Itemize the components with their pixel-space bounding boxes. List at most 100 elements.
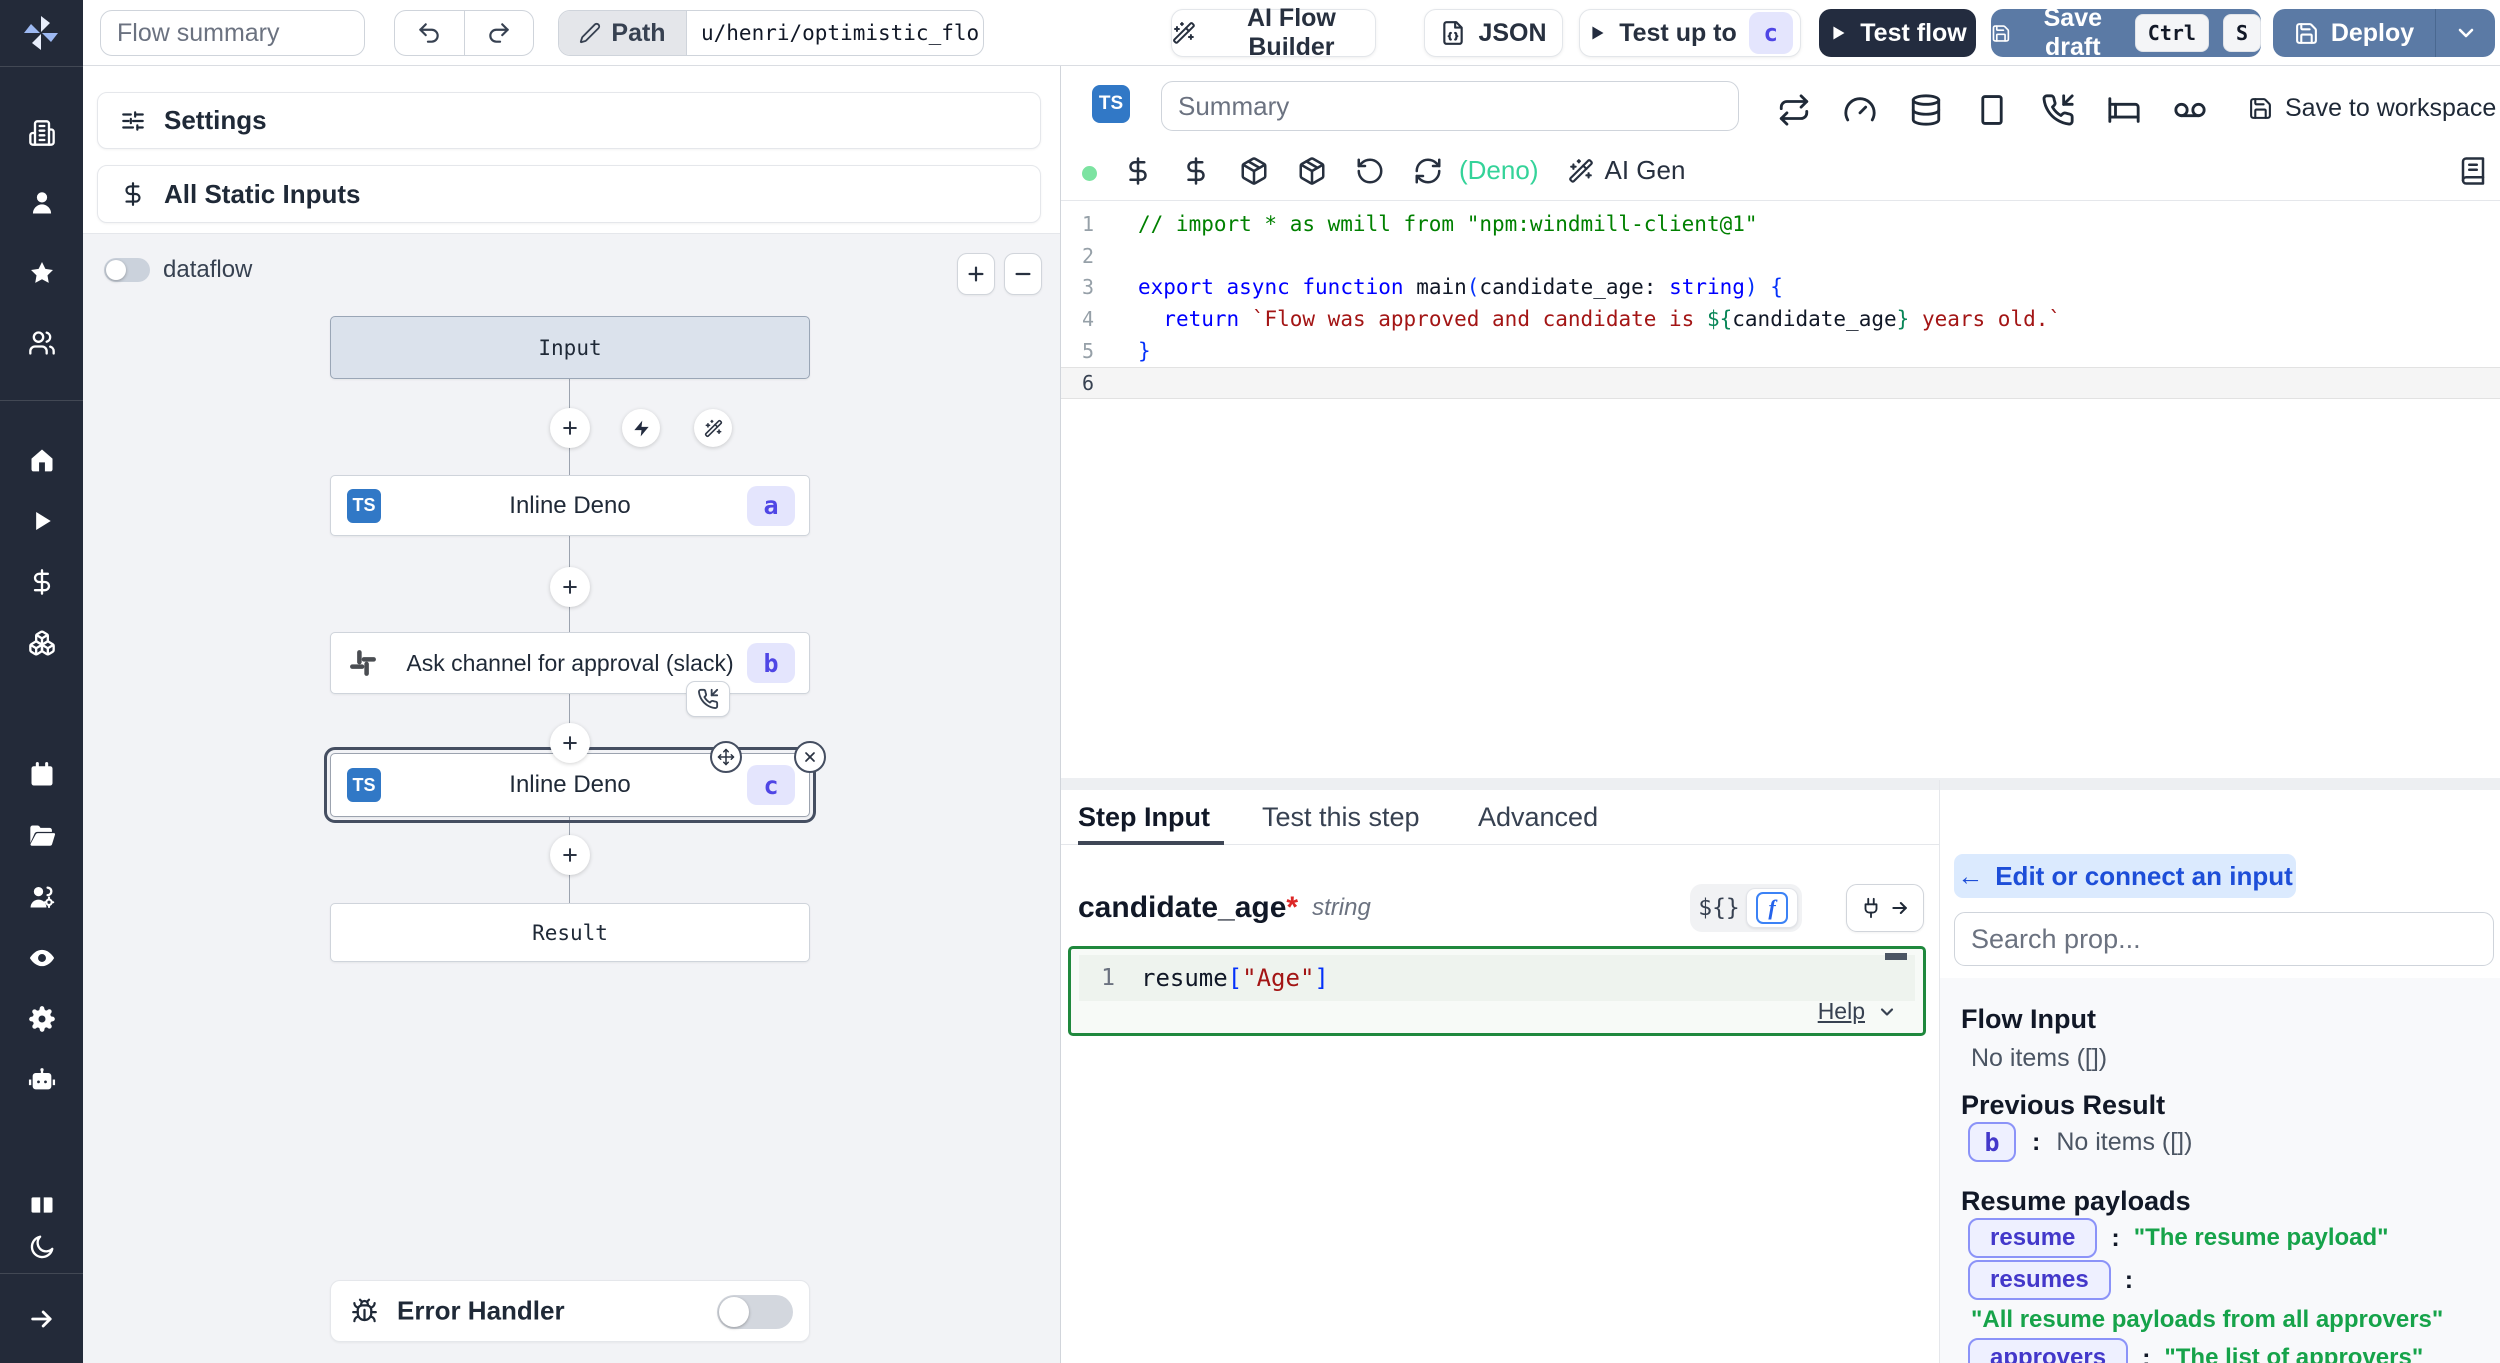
test-flow-button[interactable]: Test flow [1819, 9, 1976, 57]
prop-badge-approvers[interactable]: approvers [1968, 1338, 2128, 1363]
flow-input-title: Flow Input [1961, 1004, 2096, 1035]
workers-icon[interactable] [28, 883, 56, 911]
wand-sparkles-icon [704, 419, 723, 438]
schedules-icon[interactable] [28, 761, 56, 789]
edit-or-connect-button[interactable]: ← Edit or connect an input [1954, 854, 2296, 898]
expression-line[interactable]: 1 resume["Age"] [1079, 955, 1915, 1001]
windmill-logo-icon[interactable] [19, 11, 63, 55]
help-link[interactable]: Help [1818, 998, 1865, 1025]
rect-vertical-icon[interactable] [1975, 93, 2009, 127]
settings-icon[interactable] [28, 1005, 56, 1033]
expression-editor[interactable]: 1 resume["Age"] Help [1068, 946, 1926, 1036]
plug-icon [1860, 897, 1882, 919]
step-summary-input[interactable] [1161, 81, 1739, 131]
prop-badge-resume[interactable]: resume [1968, 1218, 2097, 1258]
phone-incoming-icon[interactable] [2041, 93, 2075, 127]
zoom-in-button[interactable] [957, 253, 995, 295]
docs-icon[interactable] [28, 1191, 56, 1219]
favorites-icon[interactable] [28, 259, 56, 287]
home-icon[interactable] [28, 446, 56, 474]
path-label: Path [611, 19, 665, 48]
pencil-icon [579, 22, 601, 44]
expression-help[interactable]: Help [1818, 998, 1897, 1025]
add-step-button[interactable] [550, 567, 590, 607]
repeat-icon[interactable] [1777, 93, 1811, 127]
input-node[interactable]: Input [330, 316, 810, 379]
library-icon[interactable] [2458, 156, 2488, 186]
search-prop-input[interactable] [1954, 912, 2494, 966]
groups-icon[interactable] [28, 329, 56, 357]
language-toolbar: (Deno) AI Gen [1123, 155, 1685, 186]
gauge-icon[interactable] [1843, 93, 1877, 127]
dollar-icon[interactable] [1123, 156, 1153, 186]
ai-assistant-icon[interactable] [28, 1066, 56, 1094]
add-step-button[interactable] [550, 835, 590, 875]
add-step-button[interactable] [550, 408, 590, 448]
expand-sidebar-icon[interactable] [28, 1305, 56, 1333]
suspend-indicator-button[interactable] [686, 681, 730, 717]
save-draft-button[interactable]: Save draft Ctrl S [1991, 9, 2261, 57]
prop-badge-resumes[interactable]: resumes [1968, 1260, 2111, 1300]
test-up-to-button[interactable]: Test up to c [1579, 9, 1801, 57]
undo-button[interactable] [395, 11, 465, 55]
move-icon [717, 748, 735, 766]
approvers-description: "The list of approvers" [2164, 1344, 2423, 1363]
step-node-b[interactable]: Ask channel for approval (slack) b [330, 632, 810, 694]
all-static-inputs-button[interactable]: All Static Inputs [97, 165, 1041, 223]
path-value-input[interactable]: u/henri/optimistic_flo [687, 11, 983, 55]
connect-input-button[interactable] [1846, 884, 1924, 932]
colon: : [2125, 1266, 2133, 1295]
runs-icon[interactable] [28, 507, 56, 535]
ai-gen-button[interactable]: AI Gen [1604, 155, 1685, 186]
json-button[interactable]: JSON [1424, 9, 1563, 57]
resources-icon[interactable] [28, 629, 56, 657]
flow-settings-button[interactable]: Settings [97, 92, 1041, 149]
zoom-out-button[interactable] [1004, 253, 1042, 295]
code-line[interactable]: 5} [1060, 335, 2500, 367]
flow-summary-input[interactable] [100, 10, 365, 56]
code-line[interactable]: 3export async function main(candidate_ag… [1060, 272, 2500, 304]
refresh-icon[interactable] [1413, 156, 1443, 186]
dark-mode-icon[interactable] [28, 1233, 56, 1261]
package-icon[interactable] [1297, 156, 1327, 186]
add-step-button[interactable] [550, 723, 590, 763]
delete-step-button[interactable] [794, 741, 826, 773]
dollar-icon[interactable] [1181, 156, 1211, 186]
add-trigger-button[interactable] [622, 409, 660, 447]
tab-advanced[interactable]: Advanced [1478, 790, 1598, 844]
save-to-workspace-button[interactable]: Save to workspace [2248, 94, 2496, 123]
path-label-button[interactable]: Path [559, 11, 687, 55]
code-line[interactable]: 6 [1060, 367, 2500, 399]
tab-test-this-step[interactable]: Test this step [1262, 790, 1420, 844]
bed-icon[interactable] [2107, 93, 2141, 127]
variables-icon[interactable] [28, 568, 56, 596]
workspace-icon[interactable] [28, 119, 56, 147]
code-editor[interactable]: 1// import * as wmill from "npm:windmill… [1060, 208, 2500, 399]
package-icon[interactable] [1239, 156, 1269, 186]
deploy-more-button[interactable] [2435, 9, 2495, 57]
tab-step-input[interactable]: Step Input [1078, 790, 1210, 844]
error-handler-toggle[interactable] [717, 1295, 793, 1329]
ai-add-step-button[interactable] [694, 409, 732, 447]
code-line[interactable]: 1// import * as wmill from "npm:windmill… [1060, 208, 2500, 240]
redo-button[interactable] [465, 11, 534, 55]
code-line[interactable]: 4 return `Flow was approved and candidat… [1060, 303, 2500, 335]
rotate-ccw-icon[interactable] [1355, 156, 1385, 186]
database-icon[interactable] [1909, 93, 1943, 127]
result-node[interactable]: Result [330, 903, 810, 962]
deploy-button[interactable]: Deploy [2273, 9, 2435, 57]
dataflow-toggle[interactable] [104, 258, 150, 282]
lang-indicator[interactable]: (Deno) [1459, 155, 1538, 186]
user-icon[interactable] [28, 189, 56, 217]
error-handler-card[interactable]: Error Handler [330, 1280, 810, 1342]
audit-logs-icon[interactable] [28, 944, 56, 972]
prop-badge-b[interactable]: b [1968, 1122, 2016, 1162]
voicemail-icon[interactable] [2173, 93, 2207, 127]
step-node-a[interactable]: TS Inline Deno a [330, 475, 810, 536]
code-line[interactable]: 2 [1060, 240, 2500, 272]
template-mode-toggle[interactable]: ${} [1694, 895, 1744, 921]
ai-flow-builder-button[interactable]: AI Flow Builder [1171, 9, 1376, 57]
move-step-button[interactable] [710, 741, 742, 773]
folders-icon[interactable] [28, 822, 56, 850]
function-mode-toggle[interactable]: f [1746, 888, 1798, 928]
